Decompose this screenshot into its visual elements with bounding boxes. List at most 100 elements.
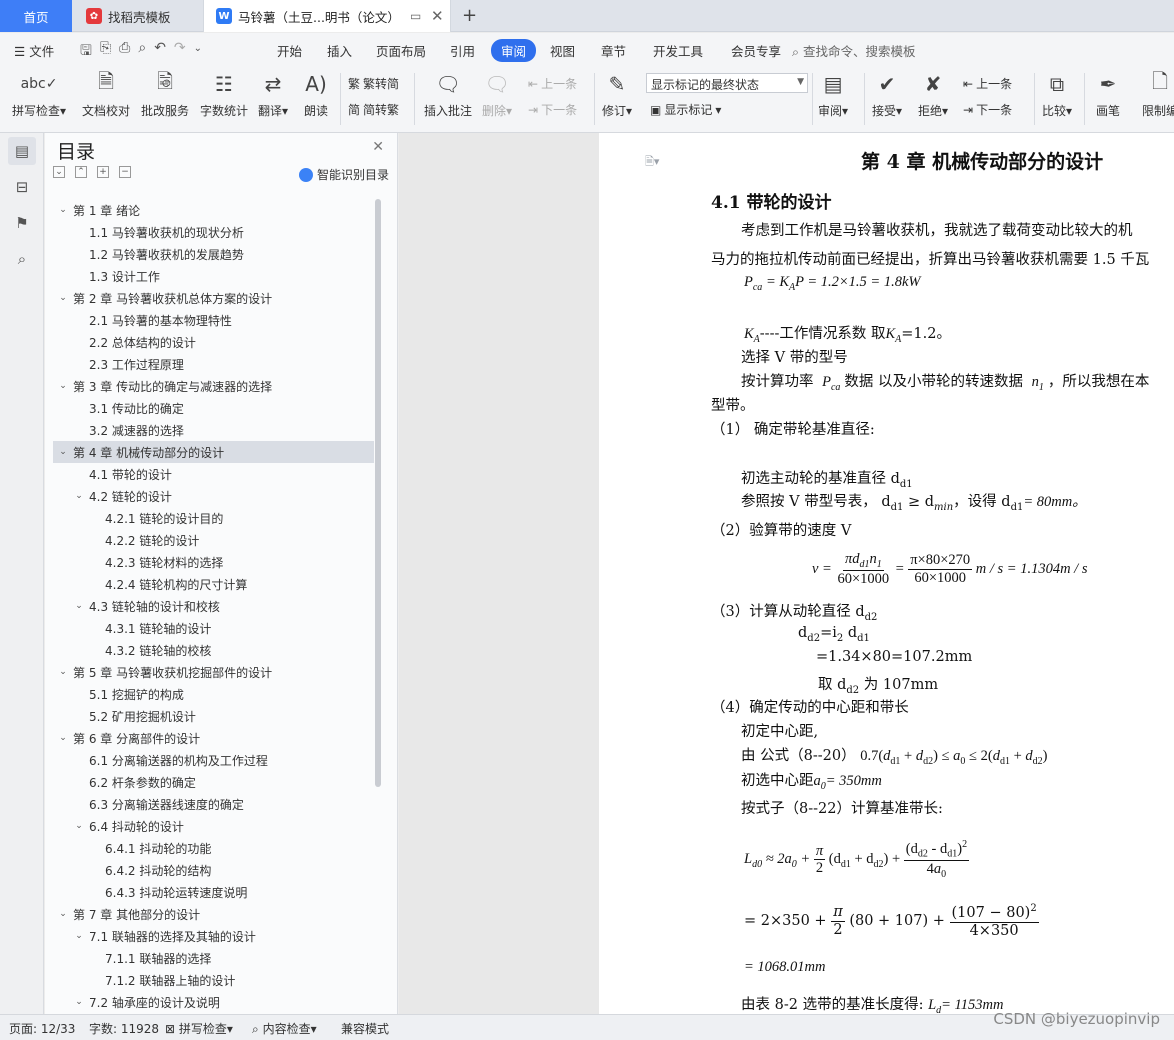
outline-item[interactable]: ⌄ 4.2 链轮的设计: [53, 485, 374, 507]
outline-item[interactable]: 7.1.2 联轴器上轴的设计: [53, 969, 374, 991]
close-icon[interactable]: ✕: [372, 139, 384, 155]
content-check-status[interactable]: ⌕ 内容检查▾: [252, 1020, 317, 1037]
chevron-down-icon[interactable]: ⌄: [57, 381, 69, 391]
track-changes-button[interactable]: ✎ 修订▾: [602, 69, 632, 119]
outline-item[interactable]: 4.3.2 链轮轴的校核: [53, 639, 374, 661]
outline-item[interactable]: 4.2.1 链轮的设计目的: [53, 507, 374, 529]
outline-item[interactable]: 3.1 传动比的确定: [53, 397, 374, 419]
outline-item[interactable]: 7.1.1 联轴器的选择: [53, 947, 374, 969]
command-search[interactable]: ⌕ 查找命令、搜索模板: [792, 41, 916, 60]
translate-button[interactable]: ⇄ 翻译▾: [258, 69, 288, 119]
outline-item[interactable]: 6.2 杆条参数的确定: [53, 771, 374, 793]
outline-item[interactable]: 5.1 挖掘铲的构成: [53, 683, 374, 705]
outline-item[interactable]: 6.4.2 抖动轮的结构: [53, 859, 374, 881]
outline-item[interactable]: 6.3 分离输送器线速度的确定: [53, 793, 374, 815]
prev-change-button[interactable]: ⇤ 上一条: [963, 75, 1012, 92]
menu-item-review[interactable]: 审阅: [491, 39, 537, 62]
outline-scrollbar[interactable]: [375, 199, 381, 787]
outline-item[interactable]: ⌄ 第 2 章 马铃薯收获机总体方案的设计: [53, 287, 374, 309]
chevron-down-icon[interactable]: ⌄: [73, 601, 85, 611]
compare-button[interactable]: ⧉ 比较▾: [1042, 69, 1072, 119]
menu-item-view[interactable]: 视图: [550, 41, 575, 60]
spell-check-status[interactable]: ⊠ 拼写检查▾: [165, 1020, 233, 1037]
outline-item[interactable]: 2.2 总体结构的设计: [53, 331, 374, 353]
spell-check-button[interactable]: abc✓ 拼写检查▾: [12, 69, 66, 119]
chapter-nav-icon[interactable]: ⊟: [8, 173, 36, 201]
outline-item[interactable]: 1.2 马铃薯收获机的发展趋势: [53, 243, 374, 265]
redo-icon[interactable]: ↷: [174, 40, 186, 64]
outline-item[interactable]: ⌄ 第 1 章 绪论: [53, 199, 374, 221]
outline-item[interactable]: 4.2.3 链轮材料的选择: [53, 551, 374, 573]
insert-comment-button[interactable]: 🗨 插入批注: [424, 69, 472, 119]
chevron-down-icon[interactable]: ⌄: [73, 997, 85, 1007]
outline-item[interactable]: 4.3.1 链轮轴的设计: [53, 617, 374, 639]
print-preview-icon[interactable]: ⌕: [138, 40, 146, 64]
doc-proof-button[interactable]: 🗎 文档校对: [82, 69, 130, 119]
outline-item[interactable]: 4.2.4 链轮机构的尺寸计算: [53, 573, 374, 595]
annotate-service-button[interactable]: 🗟 批改服务: [141, 69, 189, 119]
next-comment-button[interactable]: ⇥ 下一条: [528, 101, 577, 118]
bookmark-icon[interactable]: ⚑: [8, 209, 36, 237]
read-aloud-button[interactable]: A) 朗读: [304, 69, 328, 119]
reject-button[interactable]: ✘ 拒绝▾: [918, 69, 948, 119]
outline-item[interactable]: ⌄ 4.3 链轮轴的设计和校核: [53, 595, 374, 617]
outline-item[interactable]: 1.1 马铃薯收获机的现状分析: [53, 221, 374, 243]
page-count[interactable]: 页面: 12/33: [9, 1020, 75, 1037]
export-icon[interactable]: ⎘: [100, 40, 111, 64]
prev-comment-button[interactable]: ⇤ 上一条: [528, 75, 577, 92]
chevron-down-icon[interactable]: ⌄: [57, 205, 69, 215]
chevron-down-icon[interactable]: ⌄: [57, 909, 69, 919]
menu-item-references[interactable]: 引用: [450, 41, 475, 60]
chevron-down-icon[interactable]: ⌄: [57, 293, 69, 303]
search-icon[interactable]: ⌕: [8, 245, 36, 273]
expand-all-icon[interactable]: ⌃: [75, 166, 87, 178]
outline-item[interactable]: 1.3 设计工作: [53, 265, 374, 287]
review-pane-button[interactable]: ▤ 审阅▾: [818, 69, 848, 119]
restrict-edit-button[interactable]: 🗋 限制编: [1142, 69, 1174, 119]
word-count[interactable]: 字数: 11928: [89, 1020, 159, 1037]
outline-item[interactable]: ⌄ 第 5 章 马铃薯收获机挖掘部件的设计: [53, 661, 374, 683]
menu-item-start[interactable]: 开始: [277, 41, 302, 60]
accept-button[interactable]: ✔ 接受▾: [872, 69, 902, 119]
collapse-all-icon[interactable]: ⌄: [53, 166, 65, 178]
chevron-down-icon[interactable]: ⌄: [73, 821, 85, 831]
outline-item[interactable]: ⌄ 第 4 章 机械传动部分的设计: [53, 441, 374, 463]
trad-to-simp-button[interactable]: 繁繁转简: [348, 75, 399, 92]
file-menu[interactable]: ☰ 文件: [14, 41, 54, 60]
outline-item[interactable]: 6.4.3 抖动轮运转速度说明: [53, 881, 374, 903]
paragraph-icon[interactable]: 🗎▾: [645, 153, 659, 172]
outline-item[interactable]: 5.2 矿用挖掘机设计: [53, 705, 374, 727]
outline-item[interactable]: 6.1 分离输送器的机构及工作过程: [53, 749, 374, 771]
outline-item[interactable]: 2.1 马铃薯的基本物理特性: [53, 309, 374, 331]
print-icon[interactable]: ⎙: [119, 40, 130, 64]
outline-item[interactable]: ⌄ 第 6 章 分离部件的设计: [53, 727, 374, 749]
outline-item[interactable]: ⌄ 6.4 抖动轮的设计: [53, 815, 374, 837]
menu-item-insert[interactable]: 插入: [327, 41, 352, 60]
menu-item-developer[interactable]: 开发工具: [653, 41, 703, 60]
menu-item-chapter[interactable]: 章节: [601, 41, 626, 60]
outline-item[interactable]: ⌄ 第 7 章 其他部分的设计: [53, 903, 374, 925]
add-heading-icon[interactable]: +: [97, 166, 109, 178]
chevron-down-icon[interactable]: ⌄: [57, 447, 69, 457]
smart-toc-button[interactable]: 智能识别目录: [298, 166, 389, 183]
delete-comment-button[interactable]: 🗨 删除▾: [482, 69, 512, 119]
outline-item[interactable]: 4.1 带轮的设计: [53, 463, 374, 485]
menu-item-layout[interactable]: 页面布局: [376, 41, 426, 60]
outline-item[interactable]: 3.2 减速器的选择: [53, 419, 374, 441]
remove-heading-icon[interactable]: −: [119, 166, 131, 178]
more-icon[interactable]: ⌄: [194, 40, 202, 64]
pen-button[interactable]: ✒ 画笔: [1096, 69, 1120, 119]
close-tab-icon[interactable]: ✕: [431, 7, 444, 25]
new-tab-icon[interactable]: +: [462, 5, 477, 26]
tab-template[interactable]: ✿ 找稻壳模板: [74, 0, 202, 32]
word-count-button[interactable]: ☷ 字数统计: [200, 69, 248, 119]
simp-to-trad-button[interactable]: 简简转繁: [348, 101, 399, 118]
outline-item[interactable]: ⌄ 7.2 轴承座的设计及说明: [53, 991, 374, 1013]
outline-icon[interactable]: ▤: [8, 137, 36, 165]
document-page[interactable]: 🗎▾ 第 4 章 机械传动部分的设计 4.1 带轮的设计 考虑到工作机是马铃薯收…: [599, 133, 1174, 1014]
tab-document[interactable]: W 马铃薯（土豆...明书（论文） ▭ ✕: [203, 0, 451, 32]
chevron-down-icon[interactable]: ⌄: [57, 733, 69, 743]
chevron-down-icon[interactable]: ⌄: [73, 491, 85, 501]
chevron-down-icon[interactable]: ⌄: [73, 931, 85, 941]
save-icon[interactable]: 🖫: [80, 40, 92, 64]
